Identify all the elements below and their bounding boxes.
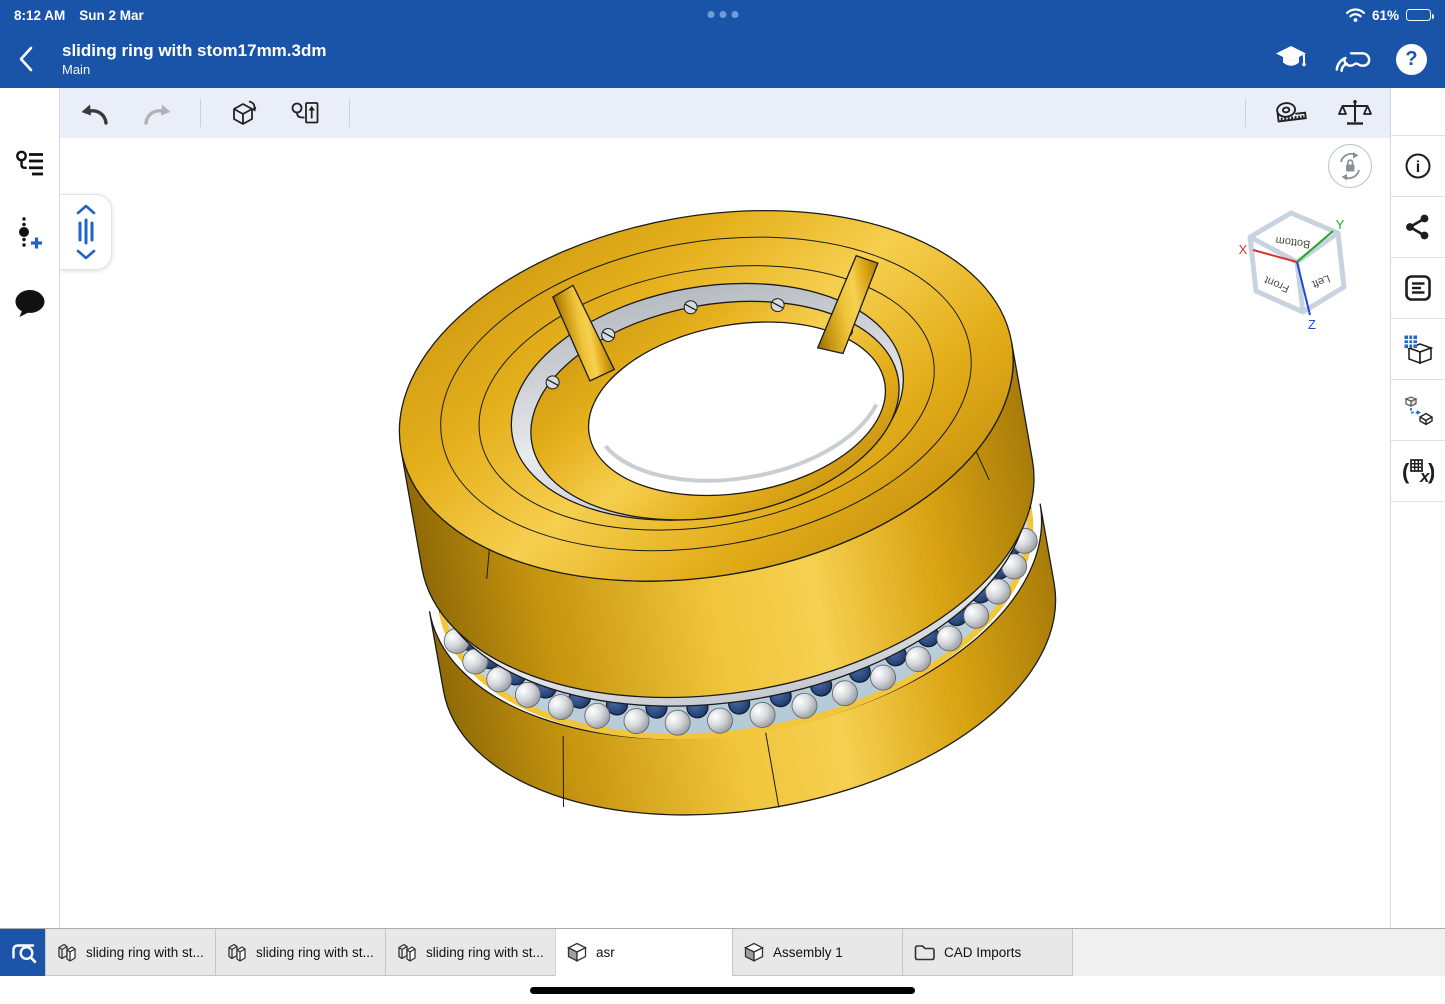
linked-part-icon [1403, 395, 1434, 426]
canvas-area: Bottom Front Left X Y Z [60, 88, 1390, 928]
import-body-button[interactable] [225, 94, 263, 132]
measure-button[interactable] [1272, 94, 1310, 132]
top-header-area: 8:12 AM Sun 2 Mar 61% [0, 0, 1445, 88]
left-sidebar [0, 88, 60, 928]
undo-icon [78, 100, 112, 126]
balance-scale-icon [1337, 98, 1373, 128]
tab-label: Assembly 1 [773, 945, 843, 960]
comments-button[interactable] [11, 284, 49, 322]
variables-button[interactable]: ( x ) [1391, 441, 1445, 502]
export-body-button[interactable] [287, 94, 325, 132]
help-button[interactable]: ? [1396, 44, 1427, 75]
share-icon [1403, 212, 1433, 242]
back-button[interactable] [18, 39, 52, 79]
box-grid-icon [1403, 334, 1434, 365]
view-cube[interactable]: Bottom Front Left X Y Z [1226, 198, 1376, 348]
items-list-button[interactable] [11, 144, 49, 182]
status-bar: 8:12 AM Sun 2 Mar 61% [0, 0, 1445, 30]
isometric-view-button[interactable] [1391, 319, 1445, 380]
undo-button[interactable] [76, 94, 114, 132]
multitask-dots [707, 11, 738, 18]
divider [1245, 99, 1246, 127]
battery-percent: 61% [1372, 8, 1399, 23]
tab-sliding-ring-2[interactable]: sliding ring with st... [215, 929, 386, 976]
share-button[interactable] [1391, 197, 1445, 258]
items-list-icon [15, 150, 45, 176]
measuring-tape-icon [1273, 99, 1309, 127]
tab-label: sliding ring with st... [256, 945, 374, 960]
axis-z-label: Z [1308, 317, 1316, 332]
svg-text:i: i [1416, 159, 1420, 176]
app-window: 8:12 AM Sun 2 Mar 61% [0, 0, 1445, 1004]
status-date: Sun 2 Mar [79, 8, 144, 23]
cube-icon [743, 941, 765, 963]
redo-icon [140, 100, 174, 126]
canvas-toolbar [60, 88, 1390, 138]
model-gold-bearing-ring[interactable] [60, 138, 1390, 928]
home-strip [0, 976, 1445, 1004]
search-icon [6, 937, 40, 969]
tab-sliding-ring-1[interactable]: sliding ring with st... [45, 929, 216, 976]
add-item-button[interactable] [11, 214, 49, 252]
bottom-tab-bar: sliding ring with st... sliding ring wit… [0, 928, 1445, 976]
orbit-lock-icon [1335, 151, 1365, 181]
tab-label: sliding ring with st... [86, 945, 204, 960]
export-up-icon [290, 99, 322, 127]
document-title: sliding ring with stom17mm.3dm [62, 40, 326, 61]
divider [1391, 88, 1445, 136]
tab-label: sliding ring with st... [426, 945, 544, 960]
add-item-icon [16, 216, 44, 250]
divider [200, 99, 201, 127]
spotlight-button[interactable] [0, 929, 46, 976]
axis-x-label: X [1239, 242, 1248, 257]
prism-icon [226, 941, 248, 963]
tab-label: asr [596, 945, 615, 960]
help-icon: ? [1405, 48, 1417, 71]
divider [349, 99, 350, 127]
axis-y-label: Y [1336, 217, 1345, 232]
item-properties-button[interactable] [1391, 258, 1445, 319]
svg-text:): ) [1428, 459, 1434, 484]
history-slider-icon [70, 202, 102, 262]
live-sync-button[interactable] [1334, 40, 1372, 78]
ar-visor-icon [1334, 44, 1372, 74]
battery-icon [1406, 9, 1431, 21]
clock-time: 8:12 AM [14, 8, 65, 23]
back-chevron-icon [18, 46, 33, 72]
chat-bubble-icon [13, 288, 47, 318]
home-indicator[interactable] [530, 987, 915, 994]
info-icon: i [1403, 151, 1433, 181]
prism-icon [56, 941, 78, 963]
document-subtitle: Main [62, 62, 326, 78]
balance-button[interactable] [1336, 94, 1374, 132]
learn-button[interactable] [1272, 40, 1310, 78]
tab-sliding-ring-3[interactable]: sliding ring with st... [385, 929, 556, 976]
tab-cad-imports[interactable]: CAD Imports [902, 929, 1073, 976]
cube-icon [566, 941, 588, 963]
import-box-icon [228, 98, 260, 128]
orbit-lock-button[interactable] [1328, 144, 1372, 188]
info-button[interactable]: i [1391, 136, 1445, 197]
right-sidebar: i [1390, 88, 1445, 928]
folder-icon [913, 941, 936, 963]
variables-icon: ( x ) [1402, 455, 1434, 487]
document-list-icon [1403, 273, 1433, 303]
history-slider-handle[interactable] [60, 194, 112, 270]
prism-icon [396, 941, 418, 963]
viewport[interactable]: Bottom Front Left X Y Z [60, 138, 1390, 928]
redo-button[interactable] [138, 94, 176, 132]
derive-part-button[interactable] [1391, 380, 1445, 441]
wifi-icon [1346, 8, 1365, 22]
tab-label: CAD Imports [944, 945, 1021, 960]
tab-assembly-1[interactable]: Assembly 1 [732, 929, 903, 976]
graduation-cap-icon [1273, 44, 1309, 74]
document-header: sliding ring with stom17mm.3dm Main [0, 30, 1445, 88]
svg-text:(: ( [1402, 459, 1410, 484]
tab-asr-active[interactable]: asr [555, 929, 733, 976]
